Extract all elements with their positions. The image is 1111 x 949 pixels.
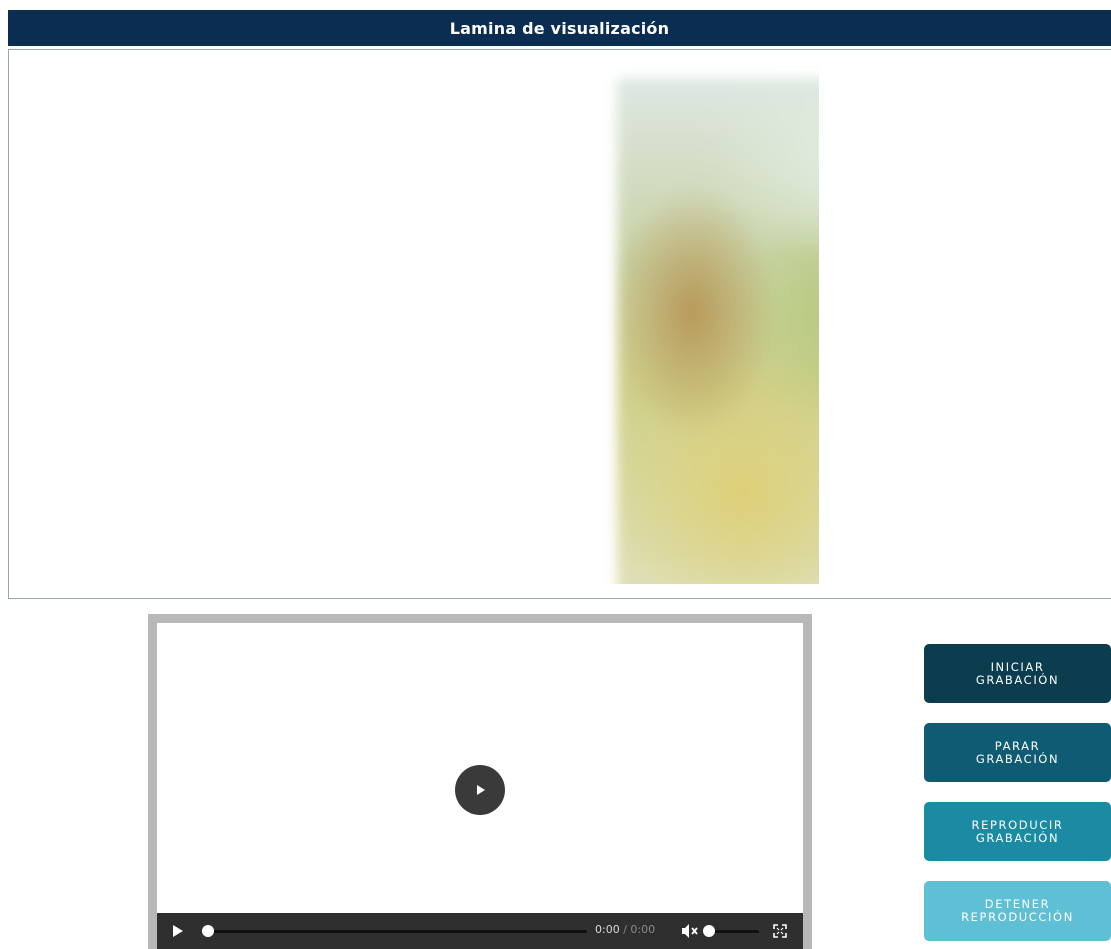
- start-recording-button[interactable]: INICIAR GRABACIÓN: [924, 644, 1111, 703]
- volume-handle[interactable]: [703, 925, 715, 937]
- seek-handle[interactable]: [202, 925, 214, 937]
- button-label-line2: GRABACIÓN: [975, 830, 1060, 845]
- button-label-line1: REPRODUCIR: [971, 817, 1064, 832]
- play-icon: [477, 785, 485, 795]
- viewer-image-frame: [313, 64, 819, 584]
- time-separator: /: [619, 923, 631, 936]
- page-title: Lamina de visualización: [8, 10, 1111, 46]
- viewer-image: [617, 78, 819, 584]
- seek-bar[interactable]: [205, 930, 587, 933]
- volume-mute-icon[interactable]: [681, 923, 699, 939]
- viewer-panel: [8, 49, 1111, 599]
- button-label-line2: GRABACIÓN: [975, 672, 1060, 687]
- button-label-line2: REPRODUCCIÓN: [961, 910, 1074, 924]
- video-player: 0:00 / 0:00: [148, 614, 812, 949]
- play-icon[interactable]: [171, 924, 185, 938]
- time-display: 0:00 / 0:00: [595, 923, 655, 936]
- button-label-line1: INICIAR: [990, 659, 1045, 674]
- stop-playback-button[interactable]: DETENER REPRODUCCIÓN: [924, 881, 1111, 941]
- play-recording-button[interactable]: REPRODUCIR GRABACIÓN: [924, 802, 1111, 861]
- current-time: 0:00: [595, 923, 620, 936]
- button-label-line1: PARAR: [994, 738, 1041, 753]
- stop-recording-button[interactable]: PARAR GRABACIÓN: [924, 723, 1111, 782]
- button-label-line2: GRABACIÓN: [975, 751, 1060, 766]
- big-play-button[interactable]: [455, 765, 505, 815]
- fullscreen-icon[interactable]: [773, 924, 787, 938]
- duration: 0:00: [630, 923, 656, 936]
- player-controls: 0:00 / 0:00: [157, 913, 803, 949]
